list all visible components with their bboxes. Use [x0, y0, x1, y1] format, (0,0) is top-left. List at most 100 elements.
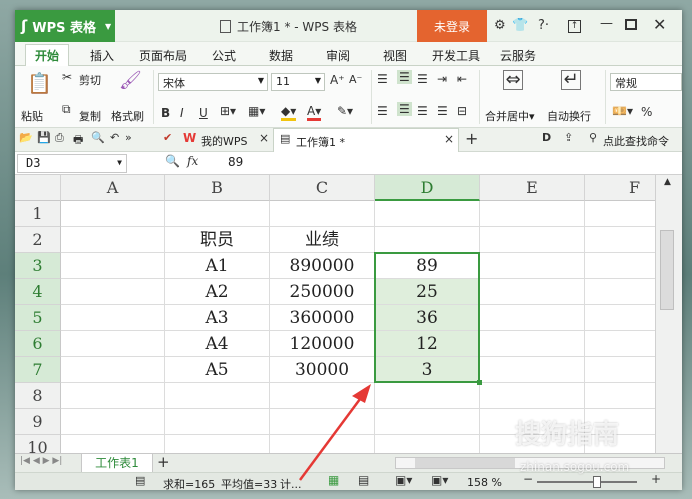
cell-b10[interactable]	[165, 435, 270, 453]
select-all-corner[interactable]	[15, 175, 61, 201]
cell-b8[interactable]	[165, 383, 270, 409]
fx-button[interactable]: fx	[187, 154, 198, 168]
cell-b4[interactable]: A2	[165, 279, 270, 305]
login-button[interactable]: 未登录	[417, 10, 487, 42]
new-tab-icon[interactable]: +	[465, 129, 478, 148]
merge-border-icon[interactable]: ▦▾	[248, 104, 265, 118]
merge-icon[interactable]: ⇔	[503, 70, 523, 90]
tab-cloud[interactable]: 云服务	[500, 47, 536, 64]
cell-a3[interactable]	[61, 253, 165, 279]
add-sheet-icon[interactable]: +	[157, 453, 170, 471]
export-pdf-icon[interactable]: ⎙	[55, 131, 64, 145]
cell-f7[interactable]	[585, 357, 655, 383]
clear-format-icon[interactable]: ✎▾	[337, 104, 353, 118]
zoom-slider[interactable]	[537, 481, 637, 483]
workbook-tab[interactable]: ▤ 工作簿1 * ×	[273, 128, 459, 152]
close-icon[interactable]: ×	[444, 132, 454, 146]
cell-a2[interactable]	[61, 227, 165, 253]
tab-view[interactable]: 视图	[383, 47, 407, 64]
cell-e4[interactable]	[480, 279, 585, 305]
cell-e3[interactable]	[480, 253, 585, 279]
column-header-c[interactable]: C	[270, 175, 375, 201]
outdent-icon[interactable]: ⇤	[457, 72, 467, 86]
font-color-icon[interactable]: A▾	[307, 104, 322, 121]
close-icon[interactable]: ×	[259, 131, 269, 145]
cell-a6[interactable]	[61, 331, 165, 357]
zoom-level[interactable]: 158 %	[467, 476, 502, 489]
reading-mode-icon[interactable]: ▣▾	[431, 473, 448, 487]
cell-d5[interactable]: 36	[375, 305, 480, 331]
open-icon[interactable]: 📂	[19, 131, 33, 144]
align-right-icon[interactable]: ☰	[417, 104, 428, 118]
cell-a10[interactable]	[61, 435, 165, 453]
scissors-icon[interactable]: ✂	[62, 70, 72, 84]
zoom-in-icon[interactable]: +	[651, 472, 661, 486]
zoom-slider-handle[interactable]	[593, 476, 601, 488]
align-middle-icon[interactable]: ☰	[397, 70, 412, 84]
cell-b3[interactable]: A1	[165, 253, 270, 279]
first-sheet-icon[interactable]: |◀ ◀ ▶ ▶|	[20, 456, 62, 466]
undo-icon[interactable]: ↶	[110, 131, 119, 144]
tab-my-wps[interactable]: 我的WPS	[201, 133, 248, 149]
currency-icon[interactable]: 💴▾	[612, 104, 633, 118]
row-header-3[interactable]: 3	[15, 253, 61, 279]
row-header-6[interactable]: 6	[15, 331, 61, 357]
wrap-text-button[interactable]: 自动换行	[547, 108, 591, 124]
cell-f6[interactable]	[585, 331, 655, 357]
cell-b9[interactable]	[165, 409, 270, 435]
column-header-a[interactable]: A	[61, 175, 165, 201]
wrap-icon[interactable]: ↵	[561, 70, 581, 90]
row-header-7[interactable]: 7	[15, 357, 61, 383]
cell-f2[interactable]	[585, 227, 655, 253]
zoom-out-icon[interactable]: −	[523, 472, 533, 486]
row-header-5[interactable]: 5	[15, 305, 61, 331]
name-box[interactable]: D3 ▼	[17, 154, 127, 173]
share-icon[interactable]: ⇪	[564, 131, 573, 144]
shrink-font-icon[interactable]: A⁻	[349, 73, 362, 86]
command-search[interactable]: 点此查找命令	[603, 133, 669, 149]
row-header-4[interactable]: 4	[15, 279, 61, 305]
cell-d9[interactable]	[375, 409, 480, 435]
column-header-b[interactable]: B	[165, 175, 270, 201]
fill-handle[interactable]	[477, 380, 482, 385]
cell-d3[interactable]: 89	[375, 253, 480, 279]
close-icon[interactable]: ✕	[653, 15, 666, 34]
status-more[interactable]: 计...	[280, 476, 302, 490]
cell-e5[interactable]	[480, 305, 585, 331]
align-left-icon[interactable]: ☰	[377, 104, 388, 118]
cell-d8[interactable]	[375, 383, 480, 409]
cell-f3[interactable]	[585, 253, 655, 279]
tab-insert[interactable]: 插入	[90, 47, 114, 64]
cell-c9[interactable]	[270, 409, 375, 435]
sheet-tab[interactable]: 工作表1	[81, 454, 153, 473]
cell-c3[interactable]: 890000	[270, 253, 375, 279]
formula-input[interactable]: 89	[228, 155, 243, 169]
indent-icon[interactable]: ⇥	[437, 72, 447, 86]
align-bottom-icon[interactable]: ☰	[417, 72, 428, 86]
row-header-9[interactable]: 9	[15, 409, 61, 435]
clipboard-icon[interactable]: 📋	[27, 71, 52, 95]
paste-button[interactable]: 粘贴	[21, 108, 43, 124]
save-icon[interactable]: 💾	[37, 131, 51, 144]
align-top-icon[interactable]: ☰	[377, 72, 388, 86]
copy-icon[interactable]: ⧉	[62, 102, 71, 117]
cell-f1[interactable]	[585, 201, 655, 227]
cell-a1[interactable]	[61, 201, 165, 227]
cell-c4[interactable]: 250000	[270, 279, 375, 305]
scroll-up-icon[interactable]: ▲	[664, 177, 671, 187]
pin-icon[interactable]: ✔	[163, 131, 172, 144]
cell-c6[interactable]: 120000	[270, 331, 375, 357]
column-header-d[interactable]: D	[375, 175, 480, 201]
page-break-icon[interactable]: ▣▾	[395, 473, 412, 487]
cell-b2[interactable]: 职员	[165, 227, 270, 253]
cell-b5[interactable]: A3	[165, 305, 270, 331]
font-size-select[interactable]: 11 ▼	[271, 73, 325, 91]
underline-icon[interactable]: U	[199, 106, 208, 120]
align-center-icon[interactable]: ☰	[397, 102, 412, 116]
cell-c10[interactable]	[270, 435, 375, 453]
tab-review[interactable]: 审阅	[326, 47, 350, 64]
tab-data[interactable]: 数据	[269, 47, 293, 64]
cell-c5[interactable]: 360000	[270, 305, 375, 331]
fill-color-icon[interactable]: ◆▾	[281, 104, 297, 121]
cut-button[interactable]: 剪切	[79, 72, 101, 88]
